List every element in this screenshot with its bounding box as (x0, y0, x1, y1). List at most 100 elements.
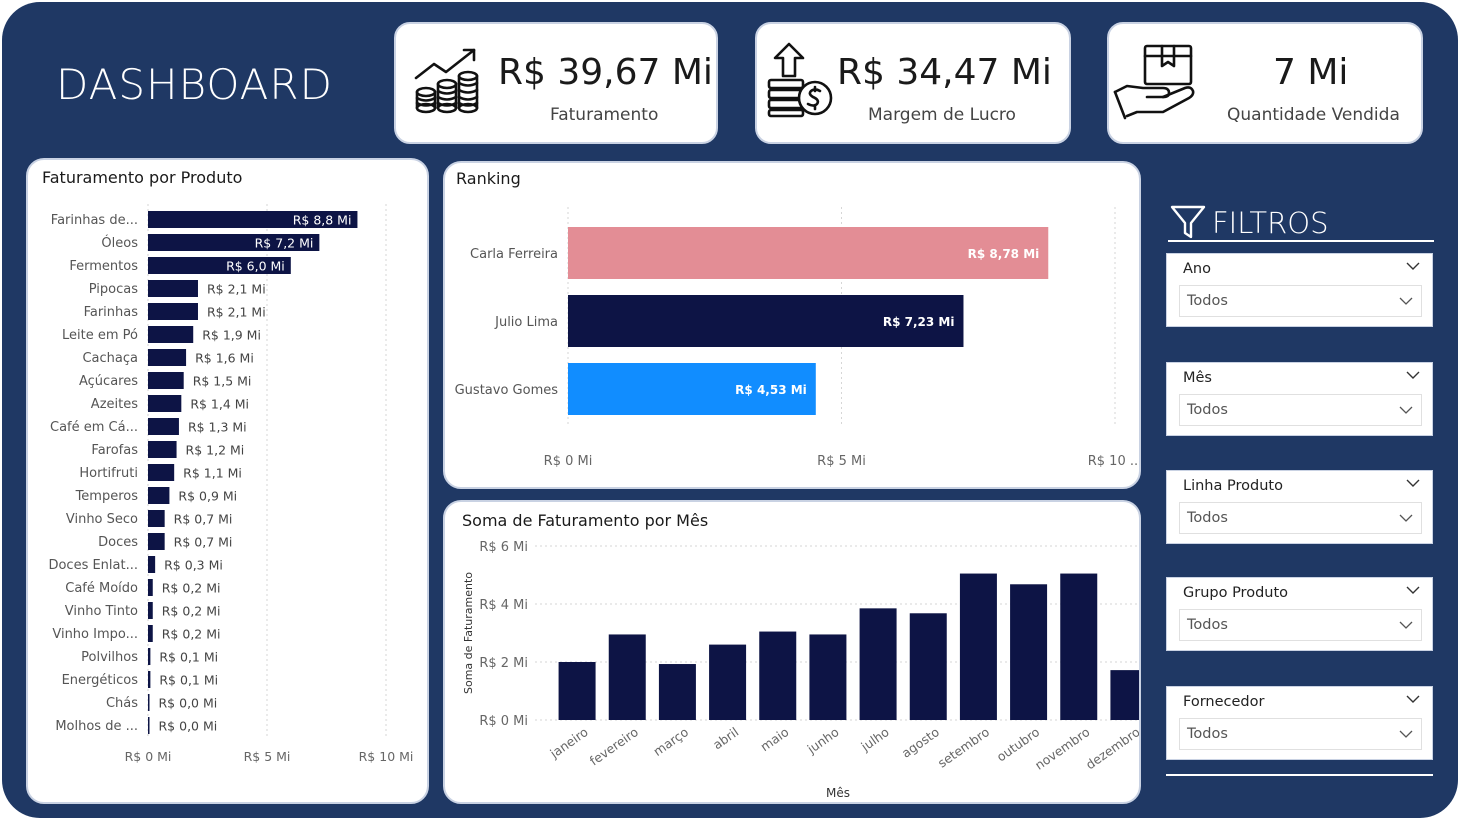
bar (608, 634, 646, 720)
x-tick-label: R$ 0 Mi (544, 454, 593, 469)
bar (148, 326, 194, 343)
slicer-dropdown[interactable]: Todos (1179, 285, 1422, 317)
data-label: R$ 0,7 Mi (174, 512, 233, 527)
data-label: R$ 7,23 Mi (883, 315, 955, 329)
slicer-dropdown[interactable]: Todos (1179, 394, 1422, 426)
bar (1110, 670, 1139, 720)
filters-title: FILTROS (1212, 206, 1329, 240)
bar (1060, 573, 1098, 720)
chevron-down-icon (1399, 514, 1413, 522)
slicer-dropdown[interactable]: Todos (1179, 718, 1422, 750)
x-tick-label: dezembro (1083, 724, 1141, 772)
x-tick-label: R$ 5 Mi (817, 454, 866, 469)
y-tick-label: R$ 2 Mi (479, 656, 528, 671)
bar (148, 349, 187, 366)
slicer-dropdown[interactable]: Todos (1179, 609, 1422, 641)
x-tick-label: setembro (935, 724, 992, 770)
y-tick-label: Vinho Seco (66, 512, 138, 527)
bar (959, 573, 997, 720)
bar (859, 608, 897, 720)
y-tick-label: Farofas (91, 443, 138, 458)
dropdown-value: Todos (1187, 293, 1228, 309)
kpi-label: Quantidade Vendida (1227, 105, 1400, 125)
slicer-fornecedor[interactable]: Fornecedor Todos (1166, 686, 1433, 760)
y-tick-label: Vinho Impo... (52, 627, 138, 642)
data-label: R$ 2,1 Mi (207, 305, 266, 320)
slicer-dropdown[interactable]: Todos (1179, 502, 1422, 534)
y-tick-label: Farinhas de... (51, 213, 138, 228)
y-tick-label: Molhos de ... (55, 719, 138, 734)
y-tick-label: R$ 0 Mi (479, 714, 528, 729)
data-label: R$ 1,9 Mi (202, 328, 261, 343)
data-label: R$ 0,2 Mi (162, 581, 221, 596)
y-tick-label: Hortifruti (79, 466, 138, 481)
chevron-down-icon[interactable] (1406, 584, 1420, 596)
bar (148, 717, 150, 734)
bar (558, 662, 596, 720)
data-label: R$ 8,8 Mi (293, 213, 352, 228)
panel-faturamento-produto[interactable]: Faturamento por Produto R$ 0 Mi R$ 5 Mi R$… (26, 158, 429, 804)
data-label: R$ 2,1 Mi (207, 282, 266, 297)
bar (148, 671, 151, 688)
y-tick-label: R$ 6 Mi (479, 540, 528, 555)
y-tick-label: Energéticos (62, 673, 139, 688)
data-label: R$ 0,3 Mi (164, 558, 223, 573)
bar (148, 487, 170, 504)
y-tick-label: Polvilhos (81, 650, 138, 665)
slicer-label: Ano (1183, 261, 1211, 277)
chevron-down-icon (1399, 730, 1413, 738)
money-up-icon (767, 42, 833, 118)
y-tick-label: Leite em Pó (62, 328, 138, 343)
page-title: DASHBOARD (56, 60, 333, 109)
bar (148, 694, 150, 711)
data-label: R$ 4,53 Mi (735, 383, 807, 397)
chart-faturamento-produto: R$ 0 Mi R$ 5 Mi R$ 10 Mi Farinhas de... R$ 8… (48, 204, 413, 764)
kpi-card-quantidade[interactable]: 7 Mi Quantidade Vendida (1107, 22, 1423, 144)
coins-growth-icon (414, 48, 479, 114)
chevron-down-icon[interactable] (1406, 260, 1420, 272)
chevron-down-icon (1399, 406, 1413, 414)
chevron-down-icon (1399, 297, 1413, 305)
bar (148, 648, 151, 665)
data-label: R$ 0,0 Mi (159, 696, 218, 711)
slicer-linha-produto[interactable]: Linha Produto Todos (1166, 470, 1433, 544)
chevron-down-icon[interactable] (1406, 693, 1420, 705)
x-tick-label: agosto (899, 724, 942, 761)
data-label: R$ 6,0 Mi (226, 259, 285, 274)
x-tick-label: R$ 5 Mi (244, 749, 291, 764)
y-tick-label: Doces (98, 535, 138, 550)
slicer-grupo-produto[interactable]: Grupo Produto Todos (1166, 577, 1433, 651)
bar (148, 533, 165, 550)
bar (709, 644, 747, 720)
dropdown-value: Todos (1187, 617, 1228, 633)
y-tick-label: Farinhas (84, 305, 139, 320)
bar (148, 579, 153, 596)
chevron-down-icon[interactable] (1406, 369, 1420, 381)
slicer-label: Fornecedor (1183, 694, 1265, 710)
panel-faturamento-mes[interactable]: Soma de Faturamento por Mês R$ 0 Mi R$ 2 … (443, 500, 1141, 804)
panel-ranking[interactable]: Ranking R$ 0 Mi R$ 5 Mi R$ 10 ... Carla Fer… (443, 161, 1141, 489)
chart-faturamento-mes: R$ 0 Mi R$ 2 Mi R$ 4 Mi R$ 6 Mi janeirofever… (462, 540, 1141, 800)
data-label: R$ 0,2 Mi (162, 627, 221, 642)
x-tick-label: janeiro (546, 724, 590, 761)
dropdown-value: Todos (1187, 510, 1228, 526)
data-label: R$ 0,1 Mi (159, 673, 218, 688)
slicer-mes[interactable]: Mês Todos (1166, 362, 1433, 436)
dropdown-value: Todos (1187, 726, 1228, 742)
y-tick-label: Óleos (101, 235, 138, 251)
slicer-ano[interactable]: Ano Todos (1166, 253, 1433, 327)
y-tick-label: Açúcares (79, 374, 138, 389)
bar (148, 556, 156, 573)
x-tick-label: junho (804, 724, 842, 757)
bar (148, 441, 177, 458)
bar (148, 418, 179, 435)
chevron-down-icon[interactable] (1406, 477, 1420, 489)
filters-header: FILTROS (1168, 202, 1434, 242)
x-tick-label: julho (857, 724, 891, 754)
kpi-card-margem[interactable]: R$ 34,47 Mi Margem de Lucro (755, 22, 1071, 144)
bar (148, 395, 182, 412)
y-tick-label: Doces Enlat... (48, 558, 138, 573)
x-tick-label: R$ 10 ... (1088, 454, 1141, 469)
kpi-card-faturamento[interactable]: R$ 39,67 Mi Faturamento (394, 22, 718, 144)
y-tick-label: Carla Ferreira (470, 247, 558, 262)
